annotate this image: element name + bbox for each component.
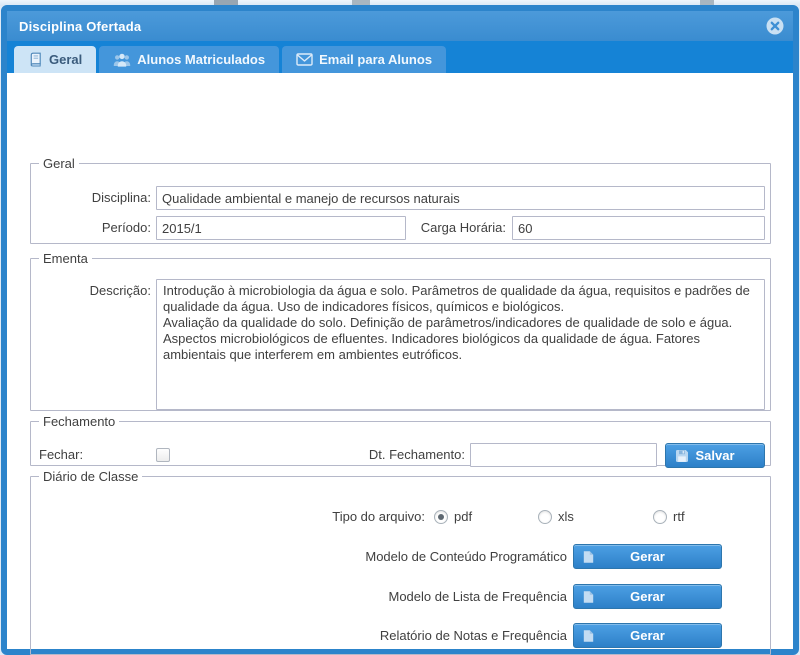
save-icon <box>675 449 689 463</box>
radio-pdf-label[interactable]: pdf <box>454 510 472 524</box>
fieldset-geral: Geral Disciplina: Período: Carga Horária… <box>30 156 771 244</box>
gerar-button-label: Gerar <box>630 628 665 643</box>
relatorio-notas-label: Relatório de Notas e Frequência <box>257 625 567 647</box>
dt-fechamento-label: Dt. Fechamento: <box>345 444 465 466</box>
fechar-label: Fechar: <box>39 444 139 466</box>
radio-rtf-label[interactable]: rtf <box>673 510 685 524</box>
users-icon <box>113 53 131 67</box>
dt-fechamento-input[interactable] <box>470 443 657 467</box>
disciplina-ofertada-window: Disciplina Ofertada <box>1 5 799 655</box>
radio-xls[interactable] <box>538 510 552 524</box>
fechar-checkbox[interactable] <box>156 448 170 462</box>
tab-alunos-matriculados[interactable]: Alunos Matriculados <box>99 46 279 73</box>
file-icon <box>583 629 594 642</box>
book-icon <box>28 52 43 67</box>
fieldset-fechamento-legend: Fechamento <box>39 414 119 429</box>
window-titlebar: Disciplina Ofertada <box>7 11 793 41</box>
radio-xls-label[interactable]: xls <box>558 510 574 524</box>
tab-email-para-alunos[interactable]: Email para Alunos <box>282 46 446 73</box>
gerar-button-label: Gerar <box>630 549 665 564</box>
file-icon <box>583 590 594 603</box>
tab-bar: Geral Alunos Matriculados <box>7 41 793 73</box>
carga-horaria-input[interactable] <box>512 216 765 240</box>
gerar-lista-button[interactable]: Gerar <box>573 584 722 609</box>
tab-geral[interactable]: Geral <box>14 46 96 73</box>
tab-label: Email para Alunos <box>319 52 432 67</box>
radio-pdf[interactable] <box>434 510 448 524</box>
fieldset-ementa-legend: Ementa <box>39 251 92 266</box>
tab-label: Geral <box>49 52 82 67</box>
salvar-button-label: Salvar <box>695 448 734 463</box>
fieldset-ementa: Ementa Descrição: Introdução à microbiol… <box>30 251 771 411</box>
periodo-label: Período: <box>31 217 151 239</box>
fieldset-fechamento: Fechamento Fechar: Dt. Fechamento: Salv <box>30 414 771 466</box>
disciplina-input[interactable] <box>156 186 765 210</box>
modelo-conteudo-label: Modelo de Conteúdo Programático <box>257 546 567 568</box>
salvar-button[interactable]: Salvar <box>665 443 765 468</box>
close-icon <box>766 17 784 35</box>
gerar-button-label: Gerar <box>630 589 665 604</box>
gerar-relatorio-button[interactable]: Gerar <box>573 623 722 648</box>
envelope-icon <box>296 53 313 66</box>
tab-panel-geral: Geral Disciplina: Período: Carga Horária… <box>7 73 793 649</box>
gerar-conteudo-button[interactable]: Gerar <box>573 544 722 569</box>
fieldset-diario-de-classe: Diário de Classe Tipo do arquivo: pdf xl… <box>30 469 771 655</box>
tab-label: Alunos Matriculados <box>137 52 265 67</box>
fieldset-geral-legend: Geral <box>39 156 79 171</box>
descricao-label: Descrição: <box>31 280 151 302</box>
carga-horaria-label: Carga Horária: <box>321 217 506 239</box>
modelo-lista-label: Modelo de Lista de Frequência <box>257 586 567 608</box>
disciplina-label: Disciplina: <box>31 187 151 209</box>
fieldset-diario-legend: Diário de Classe <box>39 469 142 484</box>
radio-rtf[interactable] <box>653 510 667 524</box>
tipo-do-arquivo-label: Tipo do arquivo: <box>305 506 425 528</box>
window-title: Disciplina Ofertada <box>7 19 141 34</box>
descricao-textarea[interactable]: Introdução à microbiologia da água e sol… <box>156 279 765 410</box>
close-button[interactable] <box>766 17 784 35</box>
file-icon <box>583 550 594 563</box>
